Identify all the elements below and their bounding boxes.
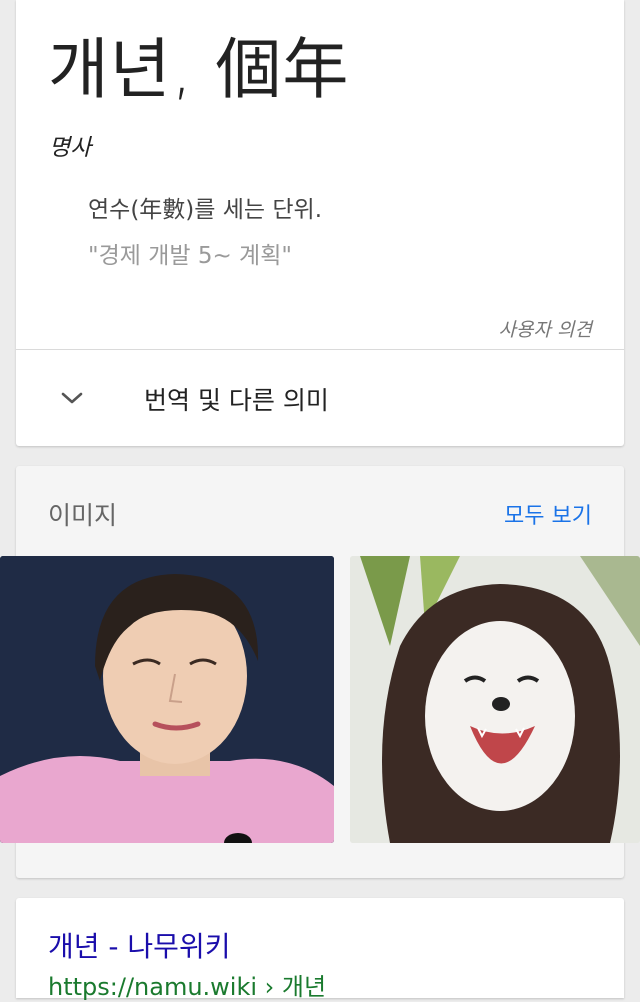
translations-expander[interactable]: 번역 및 다른 의미 bbox=[16, 350, 624, 446]
definition-text: 연수(年數)를 세는 단위. bbox=[88, 197, 322, 223]
images-card: 이미지 모두 보기 bbox=[0, 466, 640, 878]
images-heading: 이미지 bbox=[48, 501, 118, 530]
translations-label: 번역 및 다른 의미 bbox=[144, 386, 329, 415]
chevron-down-icon bbox=[61, 392, 83, 404]
dog-photo bbox=[350, 556, 640, 843]
dictionary-card: 개년, 個年 명사 연수(年數)를 세는 단위. "경제 개발 5~ 계획" 사… bbox=[16, 0, 624, 446]
image-thumbnail-dog[interactable] bbox=[350, 556, 640, 843]
search-result-card: 개년 - 나무위키 https://namu.wiki › 개년 bbox=[16, 898, 624, 1001]
part-of-speech: 명사 bbox=[49, 135, 92, 161]
image-thumbnail-portrait[interactable] bbox=[0, 556, 334, 843]
portrait-photo bbox=[0, 556, 334, 843]
result-url: https://namu.wiki › 개년 bbox=[48, 973, 327, 1001]
feedback-link[interactable]: 사용자 의견 bbox=[499, 315, 592, 342]
headword: 개년, 個年 bbox=[48, 31, 350, 108]
example-text: "경제 개발 5~ 계획" bbox=[88, 243, 292, 269]
result-title-link[interactable]: 개년 - 나무위키 bbox=[48, 925, 230, 965]
see-all-link[interactable]: 모두 보기 bbox=[504, 498, 592, 530]
